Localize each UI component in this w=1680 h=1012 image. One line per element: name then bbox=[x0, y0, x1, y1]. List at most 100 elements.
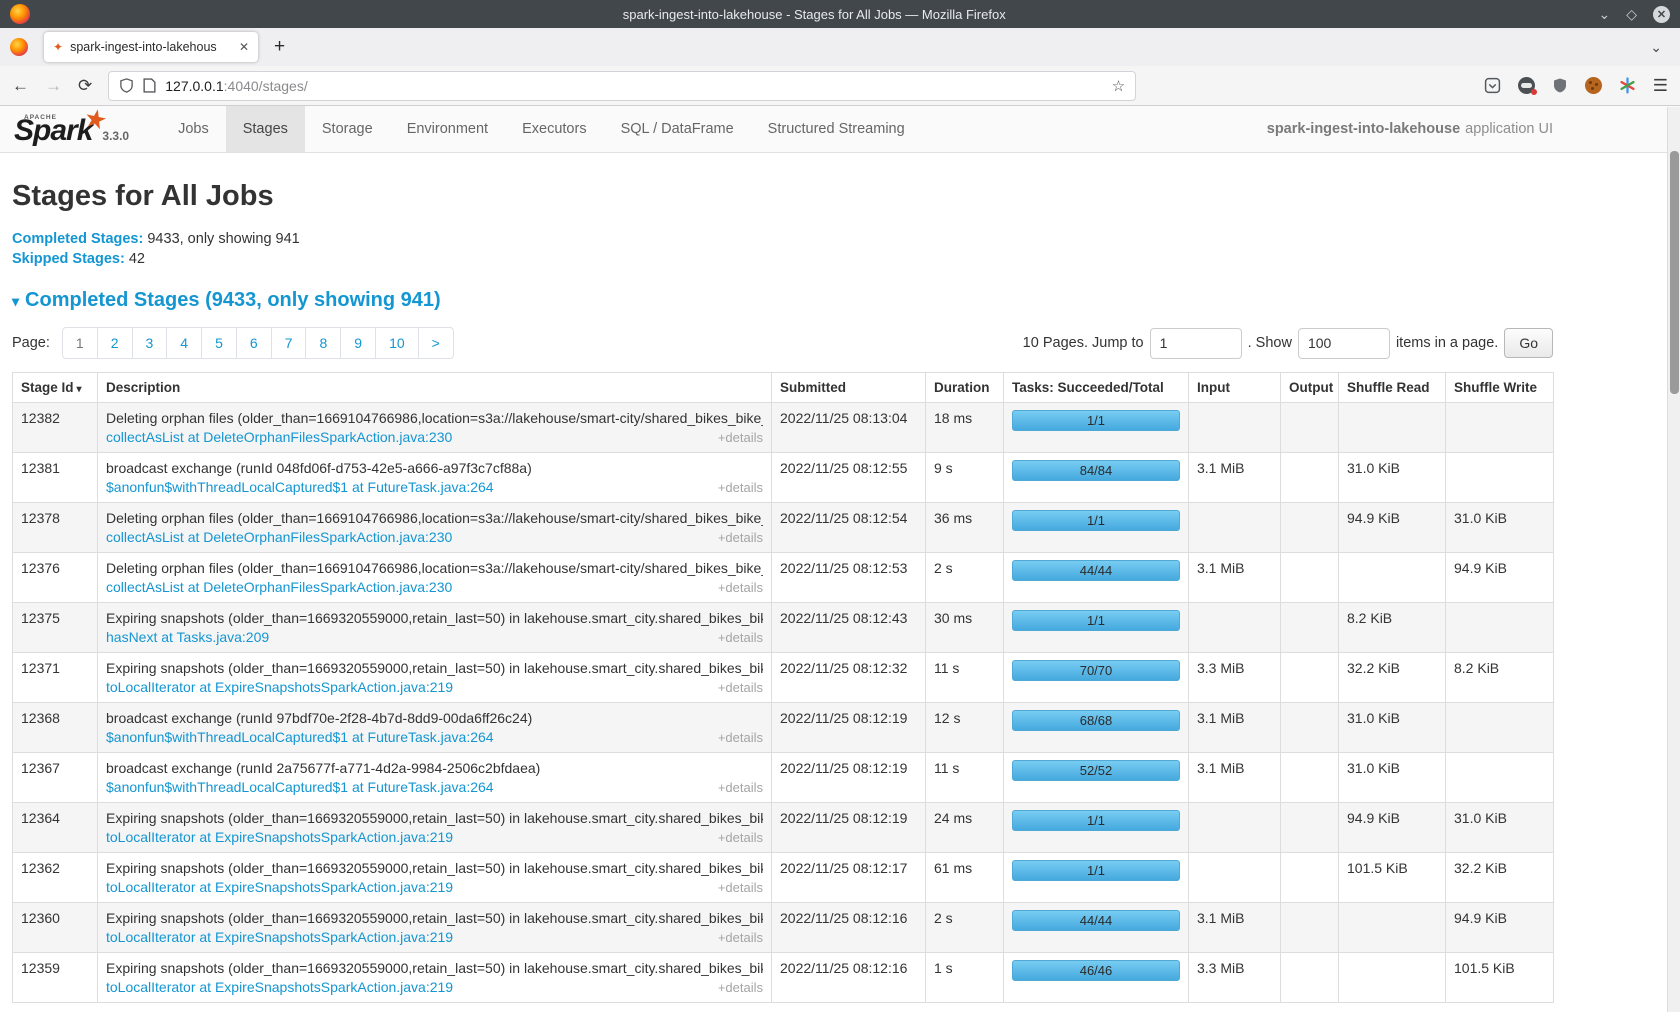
menu-hamburger-icon[interactable]: ☰ bbox=[1653, 76, 1668, 96]
back-button[interactable]: ← bbox=[12, 76, 29, 96]
tasks-cell: 70/70 bbox=[1004, 653, 1189, 703]
stage-callsite-link[interactable]: toLocalIterator at ExpireSnapshotsSparkA… bbox=[106, 679, 453, 695]
stage-callsite-link[interactable]: $anonfun$withThreadLocalCaptured$1 at Fu… bbox=[106, 729, 494, 745]
column-header-tasks-succeeded-total[interactable]: Tasks: Succeeded/Total bbox=[1004, 373, 1189, 403]
list-tabs-chevron-icon[interactable]: ⌄ bbox=[1650, 39, 1662, 56]
cookie-extension-icon[interactable] bbox=[1585, 77, 1602, 94]
nav-item-storage[interactable]: Storage bbox=[305, 106, 390, 152]
page-button-3[interactable]: 3 bbox=[132, 327, 168, 359]
page-button-1[interactable]: 1 bbox=[62, 327, 98, 359]
url-text[interactable]: 127.0.0.1:4040/stages/ bbox=[165, 78, 1103, 94]
input-cell: 3.1 MiB bbox=[1189, 453, 1281, 503]
reload-button[interactable]: ⟳ bbox=[78, 76, 92, 96]
page-button-8[interactable]: 8 bbox=[305, 327, 341, 359]
stage-callsite-link[interactable]: toLocalIterator at ExpireSnapshotsSparkA… bbox=[106, 829, 453, 845]
details-toggle[interactable]: +details bbox=[718, 680, 763, 695]
details-toggle[interactable]: +details bbox=[718, 930, 763, 945]
close-button[interactable]: ✕ bbox=[1653, 6, 1670, 23]
maximize-button[interactable]: ◇ bbox=[1626, 7, 1637, 21]
nav-item-stages[interactable]: Stages bbox=[226, 106, 305, 152]
shuffle-read-cell: 31.0 KiB bbox=[1339, 453, 1446, 503]
submitted-cell: 2022/11/25 08:12:16 bbox=[772, 953, 926, 1003]
page-button-6[interactable]: 6 bbox=[236, 327, 272, 359]
stage-callsite-link[interactable]: collectAsList at DeleteOrphanFilesSparkA… bbox=[106, 579, 452, 595]
details-toggle[interactable]: +details bbox=[718, 480, 763, 495]
stage-callsite-link[interactable]: $anonfun$withThreadLocalCaptured$1 at Fu… bbox=[106, 479, 494, 495]
nav-item-jobs[interactable]: Jobs bbox=[161, 106, 226, 152]
vertical-scrollbar[interactable] bbox=[1667, 107, 1680, 1012]
details-toggle[interactable]: +details bbox=[718, 830, 763, 845]
spark-logo[interactable]: APACHE Spark ★ 3.3.0 bbox=[0, 106, 143, 152]
details-toggle[interactable]: +details bbox=[718, 980, 763, 995]
table-row: 12382 Deleting orphan files (older_than=… bbox=[13, 403, 1554, 453]
duration-cell: 2 s bbox=[926, 553, 1004, 603]
details-toggle[interactable]: +details bbox=[718, 430, 763, 445]
column-header-description[interactable]: Description bbox=[98, 373, 772, 403]
details-toggle[interactable]: +details bbox=[718, 880, 763, 895]
page-button-5[interactable]: 5 bbox=[201, 327, 237, 359]
column-header-submitted[interactable]: Submitted bbox=[772, 373, 926, 403]
scrollbar-thumb[interactable] bbox=[1670, 151, 1679, 394]
forward-button[interactable]: → bbox=[45, 76, 62, 96]
tab-close-icon[interactable]: ✕ bbox=[239, 40, 249, 54]
page-button-9[interactable]: 9 bbox=[340, 327, 376, 359]
nav-item-executors[interactable]: Executors bbox=[505, 106, 603, 152]
tasks-cell: 1/1 bbox=[1004, 853, 1189, 903]
details-toggle[interactable]: +details bbox=[718, 630, 763, 645]
url-bar[interactable]: 127.0.0.1:4040/stages/ ☆ bbox=[108, 71, 1136, 101]
items-per-page-input[interactable] bbox=[1298, 328, 1390, 359]
ublock-shield-icon[interactable] bbox=[1552, 77, 1568, 94]
output-cell bbox=[1281, 953, 1339, 1003]
privacy-extension-icon[interactable] bbox=[1518, 77, 1535, 94]
submitted-cell: 2022/11/25 08:12:19 bbox=[772, 753, 926, 803]
completed-stages-section-header[interactable]: ▾Completed Stages (9433, only showing 94… bbox=[12, 289, 1680, 312]
firefox-icon[interactable] bbox=[10, 38, 28, 56]
jump-to-page-input[interactable] bbox=[1150, 328, 1242, 359]
stage-callsite-link[interactable]: collectAsList at DeleteOrphanFilesSparkA… bbox=[106, 529, 452, 545]
stage-callsite-link[interactable]: $anonfun$withThreadLocalCaptured$1 at Fu… bbox=[106, 779, 494, 795]
details-toggle[interactable]: +details bbox=[718, 780, 763, 795]
go-button[interactable]: Go bbox=[1504, 328, 1553, 358]
shuffle-write-cell bbox=[1446, 453, 1554, 503]
details-toggle[interactable]: +details bbox=[718, 580, 763, 595]
input-cell: 3.1 MiB bbox=[1189, 703, 1281, 753]
page-title: Stages for All Jobs bbox=[12, 180, 1680, 213]
shield-icon[interactable] bbox=[119, 78, 134, 93]
description-cell: Expiring snapshots (older_than=166932055… bbox=[98, 603, 772, 653]
stage-callsite-link[interactable]: toLocalIterator at ExpireSnapshotsSparkA… bbox=[106, 929, 453, 945]
details-toggle[interactable]: +details bbox=[718, 730, 763, 745]
stage-callsite-link[interactable]: toLocalIterator at ExpireSnapshotsSparkA… bbox=[106, 979, 453, 995]
pocket-icon[interactable] bbox=[1484, 77, 1501, 94]
column-header-duration[interactable]: Duration bbox=[926, 373, 1004, 403]
column-header-shuffle-write[interactable]: Shuffle Write bbox=[1446, 373, 1554, 403]
tasks-cell: 44/44 bbox=[1004, 553, 1189, 603]
stage-callsite-link[interactable]: toLocalIterator at ExpireSnapshotsSparkA… bbox=[106, 879, 453, 895]
nav-item-environment[interactable]: Environment bbox=[390, 106, 505, 152]
nav-item-structured-streaming[interactable]: Structured Streaming bbox=[751, 106, 922, 152]
minimize-button[interactable]: ⌄ bbox=[1598, 7, 1610, 21]
new-tab-button[interactable]: + bbox=[274, 36, 285, 58]
page-button-10[interactable]: 10 bbox=[375, 327, 419, 359]
pages-summary: 10 Pages. Jump to bbox=[1023, 335, 1144, 351]
column-header-output[interactable]: Output bbox=[1281, 373, 1339, 403]
details-toggle[interactable]: +details bbox=[718, 530, 763, 545]
page-button-4[interactable]: 4 bbox=[166, 327, 202, 359]
column-header-stage-id[interactable]: Stage Id▾ bbox=[13, 373, 98, 403]
asterisk-extension-icon[interactable] bbox=[1619, 77, 1636, 94]
bookmark-star-icon[interactable]: ☆ bbox=[1112, 77, 1125, 95]
page-button-7[interactable]: 7 bbox=[271, 327, 307, 359]
stage-callsite-link[interactable]: hasNext at Tasks.java:209 bbox=[106, 629, 269, 645]
page-info-icon[interactable] bbox=[143, 78, 156, 93]
tab-title: spark-ingest-into-lakehous bbox=[70, 40, 232, 54]
completed-stages-stat: Completed Stages: 9433, only showing 941 bbox=[12, 229, 1680, 249]
column-header-shuffle-read[interactable]: Shuffle Read bbox=[1339, 373, 1446, 403]
browser-tab[interactable]: ✦ spark-ingest-into-lakehous ✕ bbox=[44, 32, 258, 62]
page-button-next[interactable]: > bbox=[418, 327, 454, 359]
shuffle-read-cell: 31.0 KiB bbox=[1339, 703, 1446, 753]
column-header-input[interactable]: Input bbox=[1189, 373, 1281, 403]
shuffle-write-cell: 31.0 KiB bbox=[1446, 803, 1554, 853]
tasks-progress-bar: 1/1 bbox=[1012, 510, 1180, 531]
page-button-2[interactable]: 2 bbox=[97, 327, 133, 359]
stage-callsite-link[interactable]: collectAsList at DeleteOrphanFilesSparkA… bbox=[106, 429, 452, 445]
nav-item-sql-dataframe[interactable]: SQL / DataFrame bbox=[604, 106, 751, 152]
